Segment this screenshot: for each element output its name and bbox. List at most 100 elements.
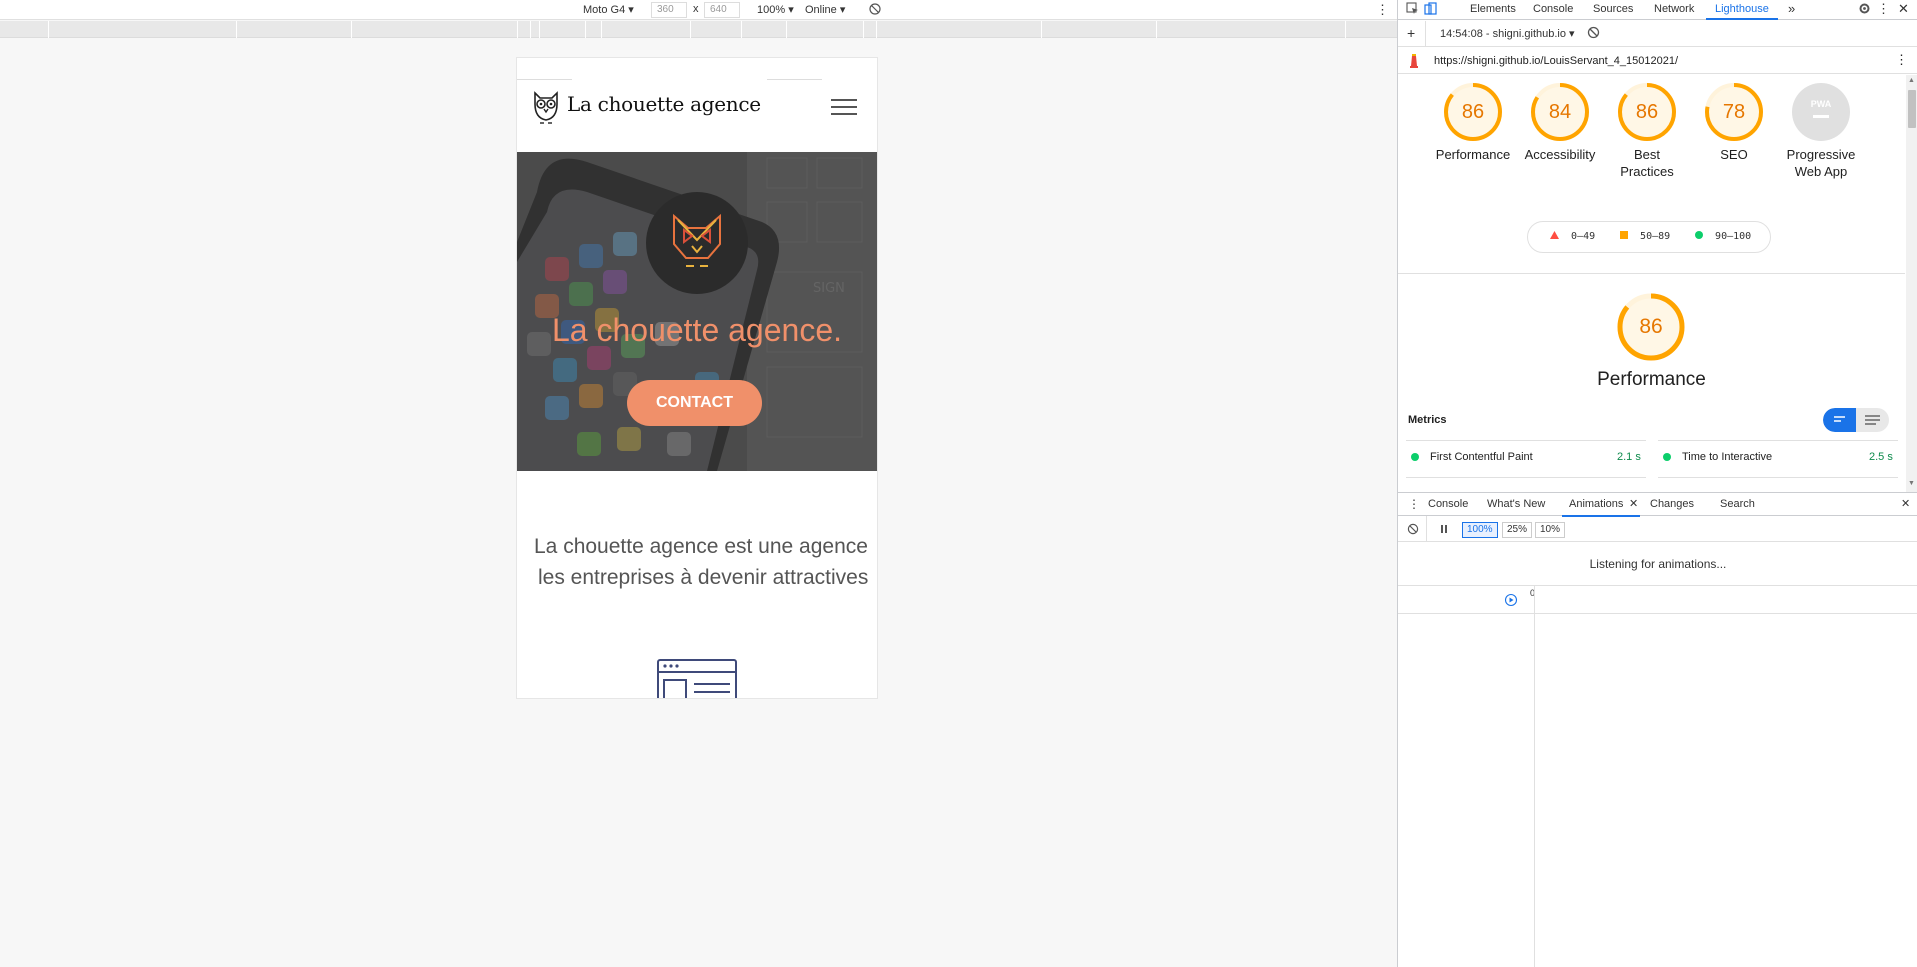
report-url[interactable]: https://shigni.github.io/LouisServant_4_… xyxy=(1434,55,1678,67)
intro-line-1: La chouette agence est une agence xyxy=(534,535,868,558)
tab-elements[interactable]: Elements xyxy=(1470,3,1516,15)
gauge-best-practices[interactable]: 86 Best Practices xyxy=(1602,82,1692,180)
gauge-score: 86 xyxy=(1461,101,1485,123)
drawer-tab-whats-new[interactable]: What's New xyxy=(1487,498,1545,510)
fail-triangle-icon xyxy=(1550,231,1559,239)
network-value: Online xyxy=(805,4,837,16)
gauge-label-line: Performance xyxy=(1435,147,1511,162)
gauge-label-line: Best xyxy=(1633,147,1660,162)
zoom-select[interactable]: 100% ▾ xyxy=(757,3,794,16)
hero-title: La chouette agence. xyxy=(551,312,842,348)
metric-divider xyxy=(1658,477,1898,478)
animations-toolbar: 100% 25% 10% xyxy=(1398,516,1917,542)
animation-timeline-header: 0 xyxy=(1398,586,1917,614)
zoom-value: 100% xyxy=(757,4,786,16)
device-toolbar-more-icon[interactable]: ⋮ xyxy=(1376,2,1389,18)
gauge-label-line: Web App xyxy=(1794,164,1848,179)
contact-button[interactable]: CONTACT xyxy=(627,380,762,426)
tab-lighthouse[interactable]: Lighthouse xyxy=(1715,3,1769,15)
metric-view-toggle[interactable] xyxy=(1823,408,1889,432)
owl-logo-icon[interactable] xyxy=(531,90,561,124)
lighthouse-toolbar: + 14:54:08 - shigni.github.io ▾ xyxy=(1398,21,1917,47)
drawer-menu-icon[interactable]: ⋮ xyxy=(1408,497,1420,511)
drawer-tab-changes[interactable]: Changes xyxy=(1650,498,1694,510)
clear-reports-icon[interactable] xyxy=(1587,26,1600,42)
device-toolbar: Moto G4 ▾ 360 x 640 100% ▾ Online ▾ ⋮ xyxy=(0,0,1397,20)
inspect-element-icon[interactable] xyxy=(1406,2,1419,18)
playback-rate-100[interactable]: 100% xyxy=(1462,522,1498,538)
scrollbar-thumb[interactable] xyxy=(1908,90,1916,128)
toolbar-divider xyxy=(1426,516,1427,542)
gauge-label-line: Progressive xyxy=(1786,147,1856,162)
webpage-icon xyxy=(657,659,737,698)
legend-average-range: 50–89 xyxy=(1640,231,1671,242)
toolbar-divider xyxy=(1425,21,1426,47)
gauge-label-line: SEO xyxy=(1720,147,1748,162)
devtools-tab-bar: Elements Console Sources Network Lightho… xyxy=(1398,0,1917,20)
more-tabs-icon[interactable]: » xyxy=(1788,1,1795,16)
clear-animations-icon[interactable] xyxy=(1407,523,1419,538)
replay-timeline-icon[interactable] xyxy=(1504,593,1518,612)
height-input[interactable]: 640 xyxy=(704,2,740,18)
close-drawer-icon[interactable]: ✕ xyxy=(1901,497,1910,510)
metric-divider xyxy=(1406,440,1646,441)
metric-divider xyxy=(1658,440,1898,441)
settings-gear-icon[interactable] xyxy=(1858,2,1871,18)
gauge-seo[interactable]: 78 SEO xyxy=(1689,82,1779,163)
performance-score: 86 xyxy=(1639,315,1663,338)
device-select[interactable]: Moto G4 ▾ xyxy=(583,3,634,16)
width-input[interactable]: 360 xyxy=(651,2,687,18)
device-toggle-icon[interactable] xyxy=(1424,2,1437,18)
report-menu-icon[interactable]: ⋮ xyxy=(1895,52,1908,68)
playback-rate-25[interactable]: 25% xyxy=(1502,522,1533,538)
lighthouse-logo-icon xyxy=(1408,54,1420,71)
rotate-icon[interactable] xyxy=(868,2,882,19)
pass-circle-icon xyxy=(1663,453,1671,461)
gauge-label-line: Accessibility xyxy=(1524,147,1596,162)
new-report-icon[interactable]: + xyxy=(1407,25,1415,41)
gauge-accessibility[interactable]: 84 Accessibility xyxy=(1515,82,1605,163)
drawer-tab-console[interactable]: Console xyxy=(1428,498,1468,510)
pwa-badge-icon: PWA xyxy=(1810,99,1832,109)
metric-value: 2.5 s xyxy=(1869,451,1893,463)
active-tab-indicator xyxy=(1706,18,1778,20)
device-name: Moto G4 xyxy=(583,4,626,16)
report-url-bar: https://shigni.github.io/LouisServant_4_… xyxy=(1398,48,1917,74)
drawer-tab-animations[interactable]: Animations xyxy=(1569,498,1623,510)
metric-name: First Contentful Paint xyxy=(1430,451,1533,463)
network-throttle-select[interactable]: Online ▾ xyxy=(805,3,845,16)
gauge-score: 78 xyxy=(1722,101,1746,123)
brand-name[interactable]: La chouette agence xyxy=(567,92,761,116)
metric-divider xyxy=(1406,477,1646,478)
report-select[interactable]: 14:54:08 - shigni.github.io ▾ xyxy=(1440,27,1575,40)
score-legend: 0–49 50–89 90–100 xyxy=(1527,221,1771,253)
customize-menu-icon[interactable]: ⋮ xyxy=(1877,1,1890,17)
timeline-split-divider[interactable] xyxy=(1534,586,1535,967)
report-divider xyxy=(1398,273,1905,274)
gauge-performance[interactable]: 86 Performance xyxy=(1428,82,1518,163)
hamburger-menu-icon[interactable] xyxy=(831,98,857,116)
tab-console[interactable]: Console xyxy=(1533,3,1573,15)
close-devtools-icon[interactable]: ✕ xyxy=(1898,1,1909,17)
lighthouse-report: 86 Performance 84 Accessibility 86 Best P… xyxy=(1398,75,1905,492)
tab-network[interactable]: Network xyxy=(1654,3,1694,15)
scroll-up-icon[interactable]: ▲ xyxy=(1908,77,1915,84)
gauge-label-line: Practices xyxy=(1620,164,1674,179)
hero-owl-badge xyxy=(646,192,748,294)
close-animations-tab-icon[interactable]: ✕ xyxy=(1629,497,1638,510)
legend-fail-range: 0–49 xyxy=(1571,231,1596,242)
tab-sources[interactable]: Sources xyxy=(1593,3,1633,15)
drawer-tab-bar: ⋮ Console What's New Animations ✕ Change… xyxy=(1398,492,1917,517)
playback-rate-10[interactable]: 10% xyxy=(1535,522,1566,538)
metric-expanded-view-button[interactable] xyxy=(1856,408,1889,432)
pause-all-icon[interactable] xyxy=(1439,524,1449,537)
report-scrollbar[interactable]: ▲ ▼ xyxy=(1906,75,1917,492)
metric-compact-view-button[interactable] xyxy=(1823,408,1856,432)
average-square-icon xyxy=(1620,231,1628,239)
drawer-tab-search[interactable]: Search xyxy=(1720,498,1755,510)
gauge-pwa[interactable]: PWA Progressive Web App xyxy=(1776,82,1866,180)
header-divider xyxy=(517,79,572,80)
scroll-down-icon[interactable]: ▼ xyxy=(1908,480,1915,487)
dimension-separator: x xyxy=(693,3,699,15)
gauge-label: Accessibility xyxy=(1515,146,1605,163)
